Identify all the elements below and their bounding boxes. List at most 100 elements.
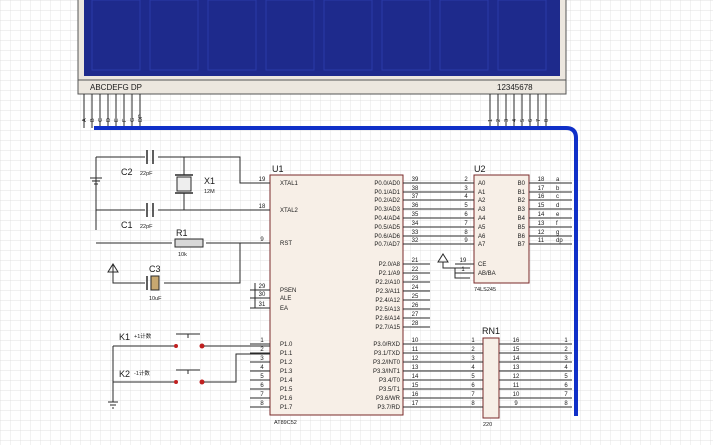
display-segment-pin-label: B xyxy=(90,118,96,122)
u1-right-pin-number: 11 xyxy=(412,347,419,353)
display-digit-pin-label: 3 xyxy=(504,119,510,122)
u1-right-pin-number: 39 xyxy=(412,177,419,183)
u1-right-pin-number: 14 xyxy=(412,374,419,380)
u1-right-pin-number: 25 xyxy=(412,294,419,300)
u1-left-pin-name: RST xyxy=(280,241,292,247)
x1-value: 12M xyxy=(204,189,215,195)
u1-right-pin-name: P3.6/WR xyxy=(376,396,401,402)
u1-right-pin-number: 16 xyxy=(412,392,419,398)
u1-right-pin-number: 34 xyxy=(412,221,419,227)
rn1-ref: RN1 xyxy=(482,326,500,336)
u1-right-pin-number: 13 xyxy=(412,365,419,371)
display-digit-pin-label: 4 xyxy=(512,119,518,122)
rn1-right-pin-number: 12 xyxy=(513,374,520,380)
display-screen xyxy=(84,0,560,76)
u2-a-pin-name: A1 xyxy=(478,190,486,196)
u1-right-pin-name: P0.7/AD7 xyxy=(374,242,400,248)
u2-b-net-label: d xyxy=(556,203,559,209)
r1-value: 10k xyxy=(178,252,187,258)
k1-ref[interactable]: K1 xyxy=(119,332,130,342)
u1-left-pin-number: 18 xyxy=(259,204,266,210)
u1-left-pin-number: 29 xyxy=(259,284,266,290)
rn1-value: 220 xyxy=(483,422,492,428)
u2-a-pin-name: A6 xyxy=(478,234,486,240)
u1-right-pin-number: 12 xyxy=(412,356,419,362)
u2-a-pin-name: A2 xyxy=(478,198,486,204)
u1-left-pin-name: P1.4 xyxy=(280,378,293,384)
u1-right-pin-name: P2.2/A10 xyxy=(375,280,400,286)
u2-b-pin-name: B7 xyxy=(518,242,526,248)
u2-b-pin-name: B5 xyxy=(518,225,526,231)
u1-right-pin-name: P2.3/A11 xyxy=(376,289,401,295)
schematic-canvas: ABCDEFG DP 12345678 A B C D E F G DP 1 2 3 4 5 6 7 8 U1… xyxy=(0,0,713,445)
c1-value: 22pF xyxy=(140,224,153,230)
r1-ref: R1 xyxy=(176,228,188,238)
u2-b-pin-name: B1 xyxy=(518,190,526,196)
display-digit-pin-label: 6 xyxy=(528,119,534,122)
display-digit-pin-label: 1 xyxy=(488,119,494,122)
u1-right-pin-name: P0.2/AD2 xyxy=(374,198,400,204)
k1-label: +1计数 xyxy=(134,332,152,340)
u1-right-pin-name: P0.5/AD5 xyxy=(374,225,400,231)
display-segment-pin-label: A xyxy=(82,118,88,122)
u1-right-pin-name: P2.0/A8 xyxy=(379,262,401,268)
u1-right-pin-name: P2.4/A12 xyxy=(375,298,400,304)
rn1-right-pin-number: 16 xyxy=(513,338,520,344)
c2-ref: C2 xyxy=(121,167,133,177)
u1-right-pin-name: P3.1/TXD xyxy=(374,351,401,357)
seven-segment-display[interactable]: ABCDEFG DP 12345678 xyxy=(77,0,567,95)
u2-b-pin-name: B3 xyxy=(518,207,526,213)
u1-left-pin-name: P1.6 xyxy=(280,396,293,402)
u1-left-pin-name: PSEN xyxy=(280,288,296,294)
u1-left-pin-name: ALE xyxy=(280,296,291,302)
display-segment-pin-label: C xyxy=(98,118,104,122)
u1-right-pin-number: 24 xyxy=(412,285,419,291)
u1-right-pin-number: 10 xyxy=(412,338,419,344)
u1-right-pin-name: P2.5/A13 xyxy=(375,307,400,313)
u1-right-pin-name: P0.4/AD4 xyxy=(374,216,400,222)
display-label-strip xyxy=(77,79,567,95)
u2-b-pin-number: 11 xyxy=(538,238,545,244)
k2-ref[interactable]: K2 xyxy=(119,369,130,379)
u1-right-pin-name: P3.2/INT0 xyxy=(373,360,401,366)
u2-ctrl-pin-number: 19 xyxy=(460,258,467,264)
display-digit-pin-label: 8 xyxy=(544,119,550,122)
u1-right-pin-number: 21 xyxy=(412,258,419,264)
rn1-right-pin-number: 14 xyxy=(513,356,520,362)
u2-a-pin-name: A4 xyxy=(478,216,486,222)
u1-right-pin-number: 36 xyxy=(412,203,419,209)
u2-b-pin-name: B6 xyxy=(518,234,526,240)
u2-ctrl-pin-name: AB/BA xyxy=(478,271,496,277)
u2-b-pin-number: 16 xyxy=(538,194,545,200)
u1-ref: U1 xyxy=(272,164,284,174)
u2-b-pin-name: B2 xyxy=(518,198,526,204)
u1-right-pin-number: 22 xyxy=(412,267,419,273)
u1-right-pin-number: 26 xyxy=(412,303,419,309)
u1-right-pin-name: P3.0/RXD xyxy=(373,342,400,348)
rn1-body[interactable] xyxy=(482,337,500,419)
u2-ref: U2 xyxy=(474,164,486,174)
u1-left-pin-name: P1.1 xyxy=(280,351,293,357)
u1-right-pin-name: P2.1/A9 xyxy=(379,271,401,277)
k2-label: -1计数 xyxy=(134,369,150,377)
u1-right-pin-name: P0.1/AD1 xyxy=(374,190,400,196)
u1-right-pin-number: 35 xyxy=(412,212,419,218)
u2-b-pin-number: 12 xyxy=(538,230,545,236)
display-digit-pin-label: 2 xyxy=(496,119,502,122)
u1-right-pin-name: P0.6/AD6 xyxy=(374,234,400,240)
u1-left-pin-name: P1.3 xyxy=(280,369,293,375)
c3-ref: C3 xyxy=(149,264,161,274)
u1-right-pin-number: 27 xyxy=(412,312,419,318)
u1-right-pin-name: P3.7/RD xyxy=(377,405,400,411)
rn1-right-pin-number: 10 xyxy=(513,392,520,398)
display-segment-pin-label: D xyxy=(106,118,112,122)
c3-value: 10uF xyxy=(149,296,162,302)
u2-b-net-label: c xyxy=(556,194,559,200)
u2-b-pin-name: B4 xyxy=(518,216,526,222)
c1-ref: C1 xyxy=(121,220,133,230)
u2-a-pin-name: A7 xyxy=(478,242,486,248)
u1-left-pin-number: 31 xyxy=(259,302,266,308)
u1-right-pin-name: P2.6/A14 xyxy=(375,316,400,322)
u1-left-pin-number: 30 xyxy=(259,292,266,298)
u1-right-pin-number: 15 xyxy=(412,383,419,389)
